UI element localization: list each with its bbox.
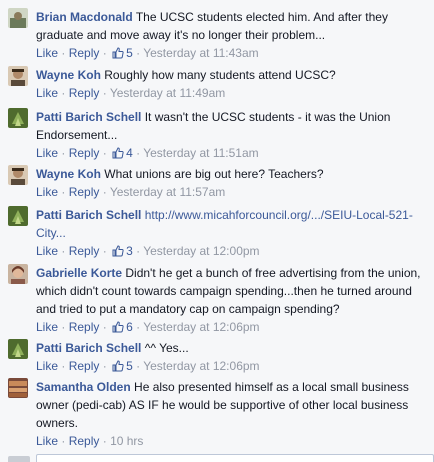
comment-actions: Like · Reply · 3 · Yesterday at 12:00pm [36, 242, 426, 260]
like-button[interactable]: Like [36, 185, 58, 199]
like-button[interactable]: Like [36, 320, 58, 334]
avatar-image [8, 339, 28, 359]
thumbs-up-icon[interactable] [112, 244, 124, 257]
comment-text: ^^ Yes... [144, 341, 189, 355]
comment-actions: Like · Reply · 10 hrs [36, 432, 426, 450]
reply-box [8, 450, 434, 462]
reply-button[interactable]: Reply [69, 185, 100, 199]
reply-button[interactable]: Reply [69, 320, 100, 334]
comment-author[interactable]: Patti Barich Schell [36, 110, 141, 124]
separator: · [61, 146, 66, 160]
reply-input[interactable] [36, 454, 434, 462]
like-count[interactable]: 4 [126, 146, 133, 160]
like-button[interactable]: Like [36, 146, 58, 160]
comment-actions: Like · Reply · Yesterday at 11:57am [36, 183, 426, 201]
separator: · [61, 359, 66, 373]
separator: · [61, 185, 66, 199]
separator: · [136, 244, 141, 258]
like-count[interactable]: 6 [126, 320, 133, 334]
comment-author[interactable]: Patti Barich Schell [36, 208, 141, 222]
like-count[interactable]: 5 [126, 359, 133, 373]
separator: · [102, 146, 107, 160]
avatar-image [8, 8, 28, 28]
reply-button[interactable]: Reply [69, 146, 100, 160]
comment-timestamp[interactable]: Yesterday at 11:57am [110, 185, 225, 199]
current-user-avatar [8, 456, 30, 462]
comment-actions: Like · Reply · Yesterday at 11:49am [36, 84, 426, 102]
reply-button[interactable]: Reply [69, 46, 100, 60]
separator: · [61, 320, 66, 334]
comment-actions: Like · Reply · 5 · Yesterday at 12:06pm [36, 357, 426, 375]
like-button[interactable]: Like [36, 86, 58, 100]
separator: · [102, 185, 107, 199]
avatar-image [8, 165, 28, 185]
separator: · [102, 86, 107, 100]
separator: · [102, 320, 107, 334]
thumbs-up-icon[interactable] [112, 46, 124, 59]
separator: · [61, 46, 66, 60]
like-count[interactable]: 5 [126, 46, 133, 60]
comment-author[interactable]: Samantha Olden [36, 380, 131, 394]
comment-text: What unions are big out here? Teachers? [104, 167, 324, 181]
comment-timestamp[interactable]: Yesterday at 12:06pm [143, 359, 259, 373]
reply-button[interactable]: Reply [69, 86, 100, 100]
comment-author[interactable]: Brian Macdonald [36, 10, 133, 24]
like-button[interactable]: Like [36, 46, 58, 60]
comment-author[interactable]: Gabrielle Korte [36, 266, 122, 280]
like-button[interactable]: Like [36, 244, 58, 258]
comment-timestamp[interactable]: Yesterday at 11:49am [110, 86, 225, 100]
comment-timestamp[interactable]: Yesterday at 12:00pm [143, 244, 259, 258]
thumbs-up-icon[interactable] [112, 146, 124, 159]
avatar-image [8, 66, 28, 86]
comment-timestamp[interactable]: 10 hrs [110, 434, 143, 448]
reply-button[interactable]: Reply [69, 434, 100, 448]
separator: · [61, 244, 66, 258]
avatar[interactable] [8, 339, 28, 359]
separator: · [102, 434, 107, 448]
separator: · [61, 434, 66, 448]
separator: · [136, 359, 141, 373]
reply-button[interactable]: Reply [69, 244, 100, 258]
comment-author[interactable]: Wayne Koh [36, 68, 101, 82]
like-count[interactable]: 3 [126, 244, 133, 258]
avatar-image [8, 264, 28, 284]
comment-thread: Brian Macdonald The UCSC students electe… [0, 0, 434, 462]
avatar[interactable] [8, 66, 28, 86]
like-button[interactable]: Like [36, 359, 58, 373]
avatar-image [8, 108, 28, 128]
avatar[interactable] [8, 165, 28, 185]
comment-actions: Like · Reply · 6 · Yesterday at 12:06pm [36, 318, 426, 336]
comment-text: Roughly how many students attend UCSC? [104, 68, 336, 82]
comment-author[interactable]: Wayne Koh [36, 167, 101, 181]
comment-timestamp[interactable]: Yesterday at 11:51am [143, 146, 258, 160]
comment-actions: Like · Reply · 5 · Yesterday at 11:43am [36, 44, 426, 62]
avatar[interactable] [8, 206, 28, 226]
comment-timestamp[interactable]: Yesterday at 12:06pm [143, 320, 259, 334]
like-button[interactable]: Like [36, 434, 58, 448]
comment-timestamp[interactable]: Yesterday at 11:43am [143, 46, 258, 60]
reply-button[interactable]: Reply [69, 359, 100, 373]
separator: · [102, 359, 107, 373]
avatar[interactable] [8, 378, 28, 398]
separator: · [102, 244, 107, 258]
separator: · [136, 46, 141, 60]
thumbs-up-icon[interactable] [112, 320, 124, 333]
avatar[interactable] [8, 8, 28, 28]
separator: · [136, 320, 141, 334]
comment-actions: Like · Reply · 4 · Yesterday at 11:51am [36, 144, 426, 162]
comment-author[interactable]: Patti Barich Schell [36, 341, 141, 355]
avatar[interactable] [8, 108, 28, 128]
thumbs-up-icon[interactable] [112, 359, 124, 372]
separator: · [102, 46, 107, 60]
separator: · [61, 86, 66, 100]
separator: · [136, 146, 141, 160]
avatar-image [8, 378, 28, 398]
avatar-image [8, 206, 28, 226]
avatar[interactable] [8, 264, 28, 284]
